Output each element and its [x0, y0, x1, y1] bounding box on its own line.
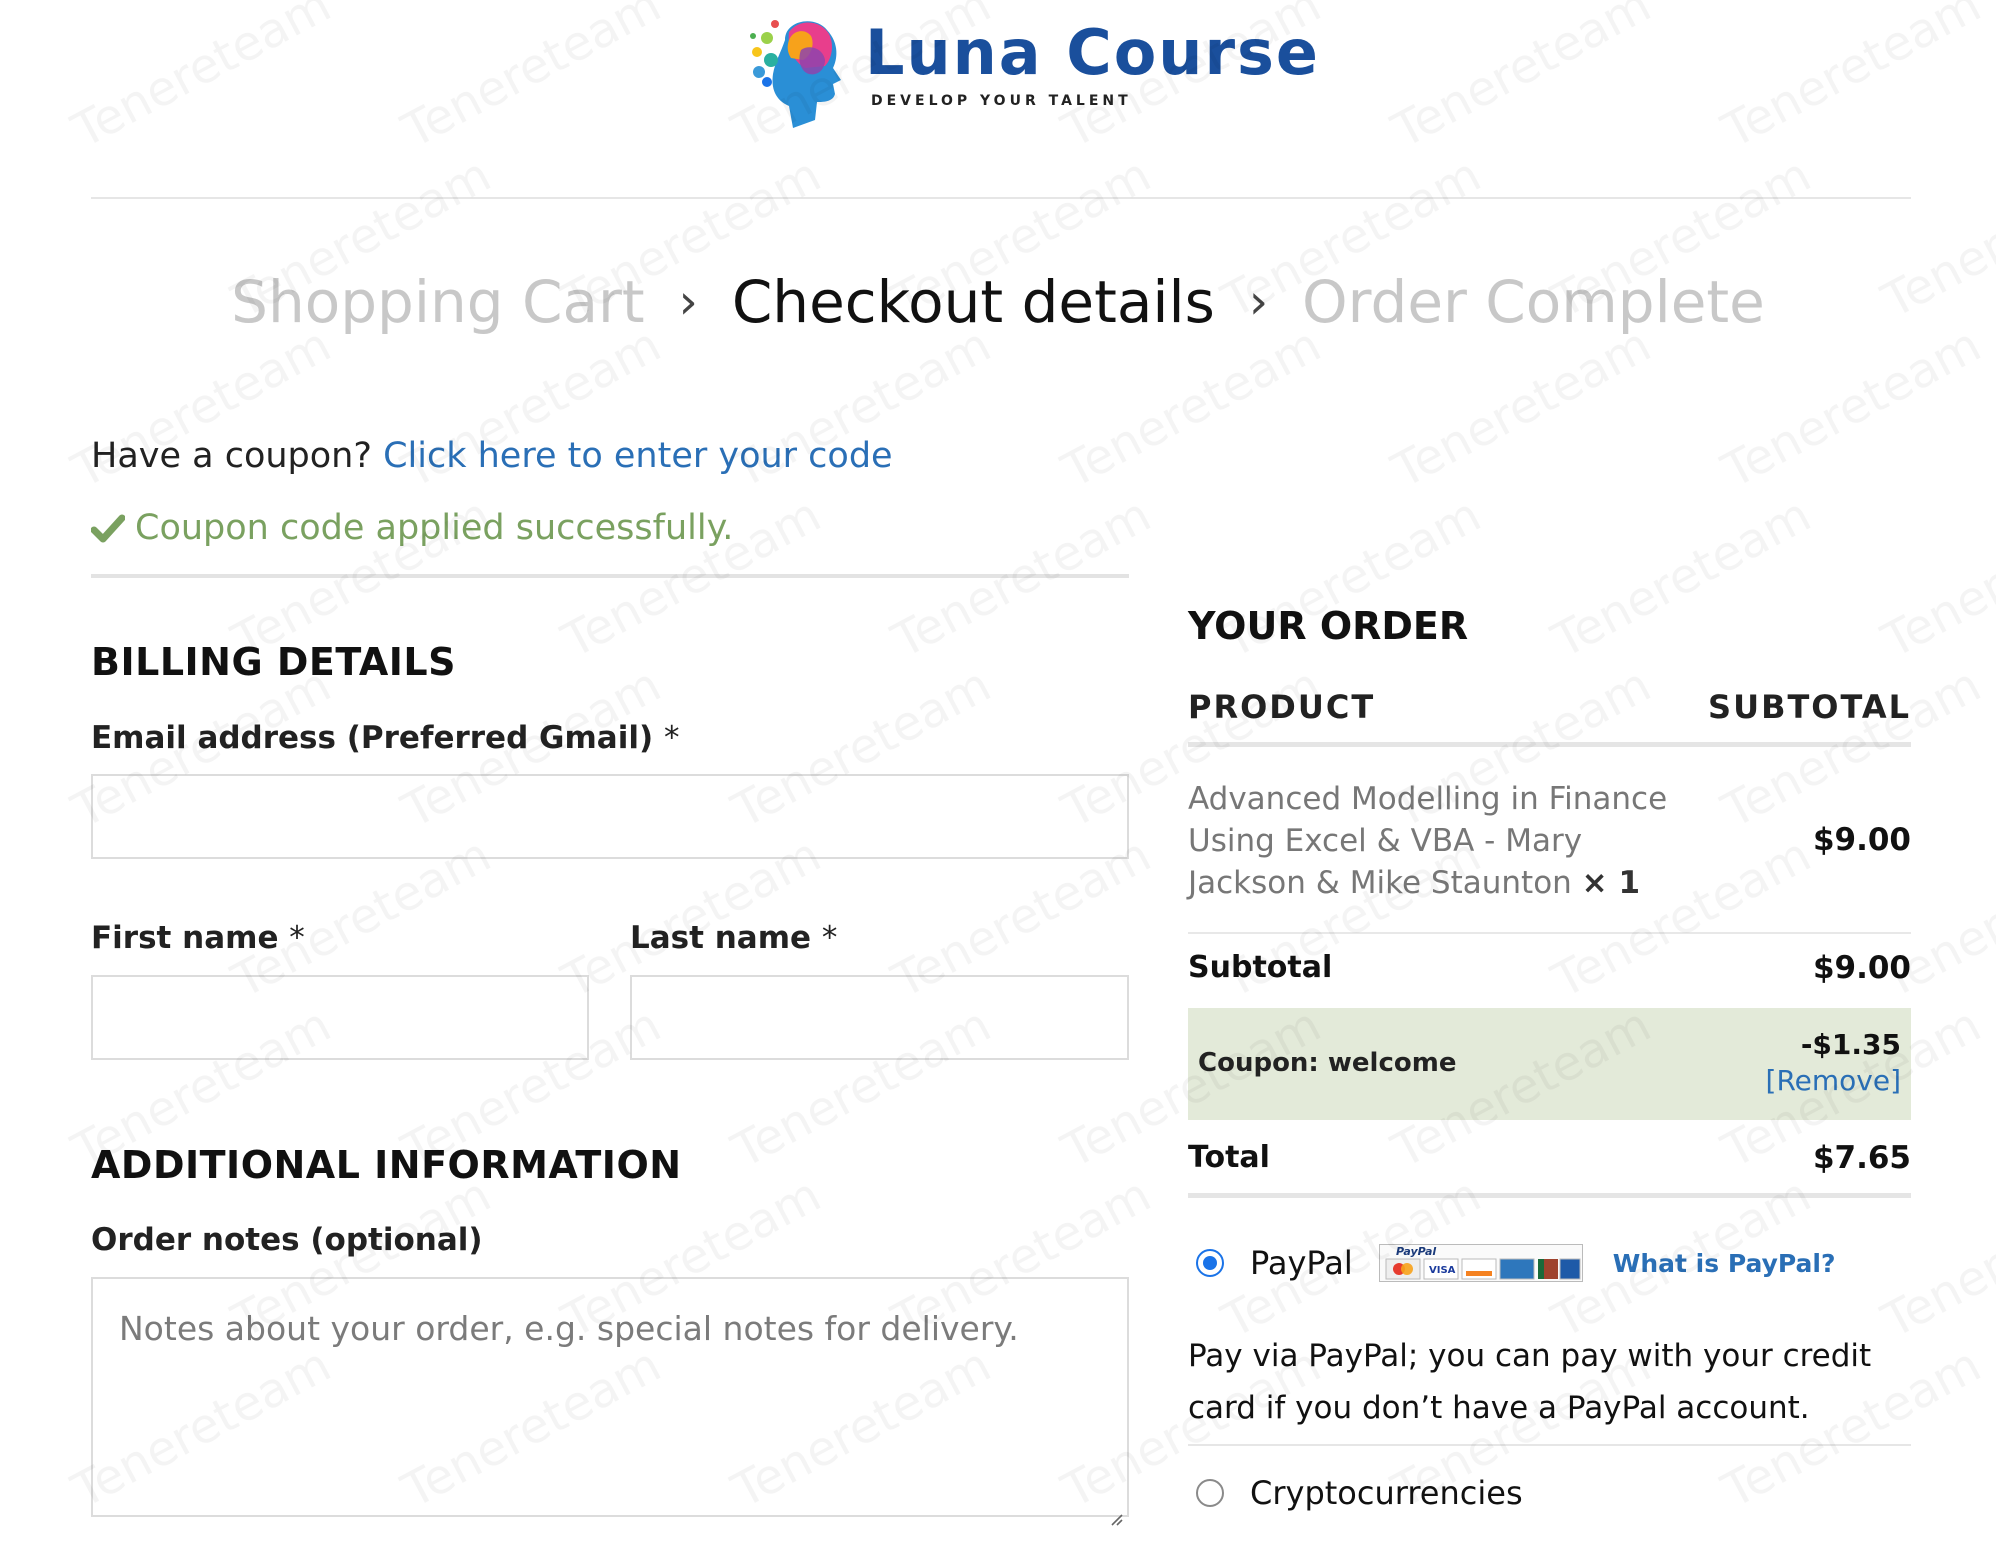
- brand-tagline: DEVELOP YOUR TALENT: [871, 93, 1132, 109]
- payment-option-crypto[interactable]: Cryptocurrencies: [1196, 1474, 1523, 1512]
- checkout-steps: Shopping Cart › Checkout details › Order…: [0, 268, 1996, 336]
- remove-coupon-link[interactable]: [Remove]: [1766, 1064, 1901, 1097]
- head-logo-icon: [745, 10, 855, 130]
- watermark-text: Tenereteam: [1873, 487, 1996, 669]
- subtotal-label: Subtotal: [1188, 950, 1333, 985]
- email-field[interactable]: [91, 774, 1129, 859]
- required-mark: *: [289, 920, 305, 956]
- coupon-prompt: Have a coupon? Click here to enter your …: [91, 436, 893, 476]
- enter-coupon-link[interactable]: Click here to enter your code: [383, 436, 893, 476]
- paypal-label[interactable]: PayPal: [1250, 1244, 1353, 1282]
- col-product-header: PRODUCT: [1188, 688, 1376, 726]
- crypto-radio[interactable]: [1196, 1479, 1224, 1507]
- total-divider: [1188, 1193, 1911, 1198]
- watermark-text: Tenereteam: [883, 487, 1160, 669]
- order-notes-placeholder: Notes about your order, e.g. special not…: [119, 1309, 1019, 1348]
- step-checkout-details[interactable]: Checkout details: [732, 268, 1215, 336]
- paypal-description: Pay via PayPal; you can pay with your cr…: [1188, 1338, 1872, 1426]
- coupon-success-text: Coupon code applied successfully.: [135, 508, 734, 548]
- coupon-divider: [91, 574, 1129, 578]
- table-header-divider: [1188, 742, 1911, 747]
- chevron-right-icon: ›: [678, 274, 698, 330]
- crypto-label[interactable]: Cryptocurrencies: [1250, 1474, 1523, 1512]
- payment-option-paypal[interactable]: PayPal PayPal VISA What is PayPal?: [1196, 1244, 1835, 1282]
- payment-divider: [1188, 1444, 1911, 1446]
- last-name-label-text: Last name: [630, 920, 812, 956]
- paypal-cards-icon: PayPal VISA: [1378, 1244, 1583, 1282]
- row-divider: [1188, 932, 1911, 934]
- total-label: Total: [1188, 1140, 1270, 1175]
- order-item-name: Advanced Modelling in Finance Using Exce…: [1188, 778, 1708, 904]
- watermark-text: Tenereteam: [1713, 657, 1990, 839]
- col-subtotal-header: SUBTOTAL: [1708, 688, 1911, 726]
- step-order-complete: Order Complete: [1302, 268, 1765, 336]
- order-notes-textarea[interactable]: Notes about your order, e.g. special not…: [91, 1277, 1129, 1526]
- watermark-text: Tenereteam: [1053, 317, 1330, 499]
- coupon-row: Coupon: welcome -$1.35 [Remove]: [1188, 1008, 1911, 1120]
- step-shopping-cart[interactable]: Shopping Cart: [231, 268, 644, 336]
- site-header: Luna Course DEVELOP YOUR TALENT: [0, 0, 1996, 199]
- coupon-success-message: Coupon code applied successfully.: [90, 508, 734, 548]
- last-name-label: Last name *: [630, 920, 837, 956]
- order-item-price: $9.00: [1812, 822, 1911, 858]
- paypal-radio[interactable]: [1196, 1249, 1224, 1277]
- email-label-text: Email address (Preferred Gmail): [91, 720, 654, 756]
- total-value: $7.65: [1812, 1140, 1911, 1176]
- paypal-badge-text: PayPal: [1396, 1245, 1436, 1258]
- watermark-text: Tenereteam: [1713, 317, 1990, 499]
- additional-info-heading: ADDITIONAL INFORMATION: [91, 1143, 682, 1187]
- header-divider: [91, 197, 1911, 199]
- logo[interactable]: Luna Course DEVELOP YOUR TALENT: [745, 10, 1320, 130]
- coupon-prompt-text: Have a coupon?: [91, 436, 372, 476]
- order-notes-label: Order notes (optional): [91, 1222, 483, 1258]
- what-is-paypal-link[interactable]: What is PayPal?: [1613, 1249, 1836, 1278]
- first-name-label-text: First name: [91, 920, 279, 956]
- chevron-right-icon: ›: [1248, 274, 1269, 330]
- brand-name: Luna Course: [865, 16, 1320, 89]
- order-item-quantity: × 1: [1581, 865, 1641, 901]
- first-name-label: First name *: [91, 920, 305, 956]
- email-label: Email address (Preferred Gmail) *: [91, 720, 679, 756]
- checkmark-icon: [90, 513, 126, 543]
- last-name-field[interactable]: [630, 975, 1129, 1060]
- coupon-discount-value: -$1.35: [1800, 1028, 1901, 1061]
- watermark-text: Tenereteam: [1383, 317, 1660, 499]
- required-mark: *: [821, 920, 838, 956]
- subtotal-value: $9.00: [1812, 950, 1911, 986]
- required-mark: *: [663, 720, 680, 756]
- resize-handle-icon[interactable]: [1107, 1495, 1123, 1526]
- billing-heading: BILLING DETAILS: [91, 640, 456, 684]
- first-name-field[interactable]: [91, 975, 589, 1060]
- order-heading: YOUR ORDER: [1188, 604, 1469, 648]
- watermark-text: Tenereteam: [1543, 487, 1820, 669]
- coupon-row-label: Coupon: welcome: [1198, 1048, 1457, 1078]
- svg-text:VISA: VISA: [1429, 1265, 1456, 1276]
